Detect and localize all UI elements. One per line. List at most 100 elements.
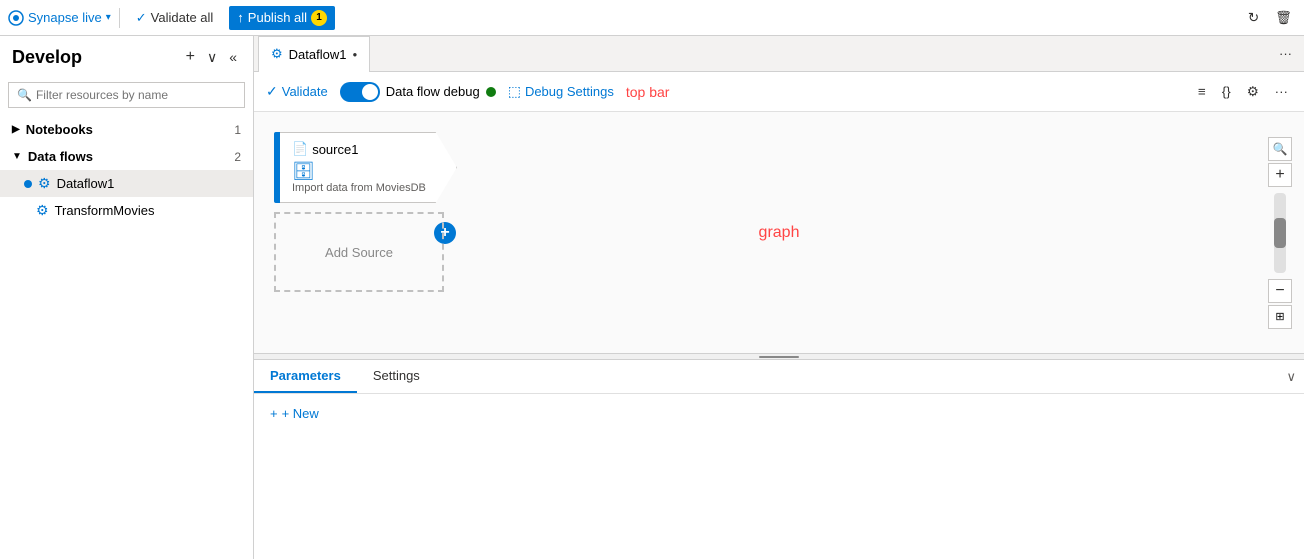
tab-unsaved-dot: ●: [352, 50, 357, 59]
develop-title: Develop: [12, 47, 82, 68]
json-icon: {}: [1222, 84, 1231, 99]
toggle-knob: [362, 84, 378, 100]
bottom-panel-header: Parameters Settings ∨: [254, 360, 1304, 394]
bottom-panel: Parameters Settings ∨ + + New: [254, 359, 1304, 559]
graph-canvas[interactable]: 📄 source1 🗄 Import data from MoviesDB +: [254, 112, 1304, 353]
tab-parameters[interactable]: Parameters: [254, 360, 357, 393]
zoom-fit-button[interactable]: ⊞: [1268, 305, 1292, 329]
refresh-icon: ↻: [1248, 10, 1259, 26]
bottom-panel-body: + + New: [254, 394, 1304, 559]
dataflows-chevron-icon: ▼: [12, 151, 22, 162]
content-area: ⚙ Dataflow1 ● ··· ✓ Validate Data flow d…: [254, 36, 1304, 559]
json-view-button[interactable]: {}: [1218, 80, 1235, 103]
more-options-button[interactable]: ···: [1271, 80, 1292, 103]
publish-all-button[interactable]: ↑ Publish all 1: [229, 6, 335, 30]
more-icon: ···: [1275, 84, 1288, 99]
tab-settings[interactable]: Settings: [357, 360, 436, 393]
debug-settings-icon: ⬚: [508, 83, 521, 100]
zoom-controls: 🔍 + − ⊞: [1268, 137, 1292, 329]
validate-icon: ✓: [136, 10, 147, 26]
notebooks-label: Notebooks: [26, 122, 93, 137]
discard-icon: 🗑: [1275, 10, 1292, 26]
transformmovies-label: TransformMovies: [55, 203, 155, 218]
source-node[interactable]: 📄 source1 🗄 Import data from MoviesDB: [274, 132, 457, 203]
zoom-fit-icon: ⊞: [1275, 310, 1284, 323]
search-input[interactable]: [36, 88, 236, 102]
discard-button[interactable]: 🗑: [1271, 6, 1296, 30]
validate-button[interactable]: ✓ Validate: [266, 83, 328, 100]
source-node-title: 📄 source1: [292, 141, 426, 157]
debug-toggle[interactable]: [340, 82, 380, 102]
dataflow1-tab[interactable]: ⚙ Dataflow1 ●: [258, 36, 370, 72]
resize-line: [759, 356, 799, 358]
debug-status-icon: [486, 87, 496, 97]
graph-area: 📄 source1 🗄 Import data from MoviesDB +: [254, 112, 1304, 559]
add-source-box[interactable]: Add Source: [274, 212, 444, 292]
zoom-track[interactable]: [1274, 193, 1286, 273]
dataflow-toolbar: ✓ Validate Data flow debug ⬚ Debug Setti…: [254, 72, 1304, 112]
sidebar: Develop + ∨ « 🔍 ▶ Notebooks 1: [0, 36, 254, 559]
dataflow1-label: Dataflow1: [57, 176, 115, 191]
validate-check-icon: ✓: [266, 83, 278, 100]
publish-icon: ↑: [237, 10, 244, 25]
add-source-label: Add Source: [325, 245, 393, 260]
new-parameter-button[interactable]: + + New: [270, 406, 1288, 421]
zoom-in-icon: +: [1275, 166, 1284, 184]
source-node-db-icon: 🗄: [292, 161, 315, 182]
graph-annotation: graph: [759, 224, 800, 242]
panel-collapse-button[interactable]: ∨: [1278, 365, 1304, 389]
sidebar-item-dataflow1[interactable]: ⚙ Dataflow1: [0, 170, 253, 197]
notebooks-section-header[interactable]: ▶ Notebooks 1: [0, 116, 253, 143]
zoom-in-button[interactable]: +: [1268, 163, 1292, 187]
settings-view-button[interactable]: ⚙: [1243, 80, 1263, 104]
dataflow-icon: ⚙: [38, 175, 51, 192]
tab-bar: ⚙ Dataflow1 ● ···: [254, 36, 1304, 72]
tab-more-button[interactable]: ···: [1271, 42, 1300, 65]
new-parameter-label: + New: [282, 406, 319, 421]
source-node-title-icon: 📄: [292, 141, 308, 157]
tab-dataflow-icon: ⚙: [271, 46, 283, 62]
tab-dataflow1-label: Dataflow1: [289, 47, 347, 62]
sidebar-section-dataflows: ▼ Data flows 2 ⚙ Dataflow1 ⚙ TransformMo…: [0, 143, 253, 224]
dataflows-count: 2: [234, 150, 241, 164]
sidebar-sort-button[interactable]: ∨: [203, 44, 221, 70]
dataflow2-icon: ⚙: [36, 202, 49, 219]
validate-label: Validate: [282, 84, 328, 99]
sidebar-collapse-button[interactable]: «: [225, 44, 241, 70]
zoom-search-button[interactable]: 🔍: [1268, 137, 1292, 161]
zoom-thumb[interactable]: [1274, 218, 1286, 248]
new-parameter-icon: +: [270, 406, 278, 421]
sidebar-header: Develop + ∨ «: [0, 36, 253, 78]
zoom-out-button[interactable]: −: [1268, 279, 1292, 303]
top-bar: Synapse live ▾ ✓ Validate all ↑ Publish …: [0, 0, 1304, 36]
dataflows-label: Data flows: [28, 149, 93, 164]
debug-toggle-label: Data flow debug: [386, 84, 480, 99]
sidebar-add-button[interactable]: +: [182, 44, 199, 70]
script-view-button[interactable]: ≡: [1194, 80, 1210, 103]
sidebar-item-transformmovies[interactable]: ⚙ TransformMovies: [0, 197, 253, 224]
source-node-accent: [274, 132, 280, 203]
settings-icon: ⚙: [1247, 84, 1259, 100]
zoom-search-icon: 🔍: [1273, 142, 1288, 156]
script-icon: ≡: [1198, 84, 1206, 99]
sidebar-section-notebooks: ▶ Notebooks 1: [0, 116, 253, 143]
validate-all-button[interactable]: ✓ Validate all: [128, 6, 222, 30]
synapse-logo[interactable]: Synapse live ▾: [8, 10, 111, 26]
notebooks-chevron-icon: ▶: [12, 124, 20, 135]
notebooks-count: 1: [234, 123, 241, 137]
synapse-chevron-icon[interactable]: ▾: [106, 12, 111, 23]
sidebar-search-box[interactable]: 🔍: [8, 82, 245, 108]
zoom-out-icon: −: [1275, 282, 1284, 300]
publish-badge: 1: [311, 10, 327, 26]
debug-toggle-container: Data flow debug: [340, 82, 496, 102]
main-layout: Develop + ∨ « 🔍 ▶ Notebooks 1: [0, 36, 1304, 559]
synapse-label: Synapse live: [28, 10, 102, 25]
refresh-button[interactable]: ↻: [1244, 6, 1263, 30]
debug-settings-button[interactable]: ⬚ Debug Settings: [508, 83, 614, 100]
search-icon: 🔍: [17, 88, 32, 102]
top-bar-annotation: top bar: [626, 84, 670, 100]
dataflows-section-header[interactable]: ▼ Data flows 2: [0, 143, 253, 170]
active-dot-icon: [24, 180, 32, 188]
source-node-subtitle: Import data from MoviesDB: [292, 182, 426, 194]
panel-collapse-icon: ∨: [1286, 369, 1296, 384]
